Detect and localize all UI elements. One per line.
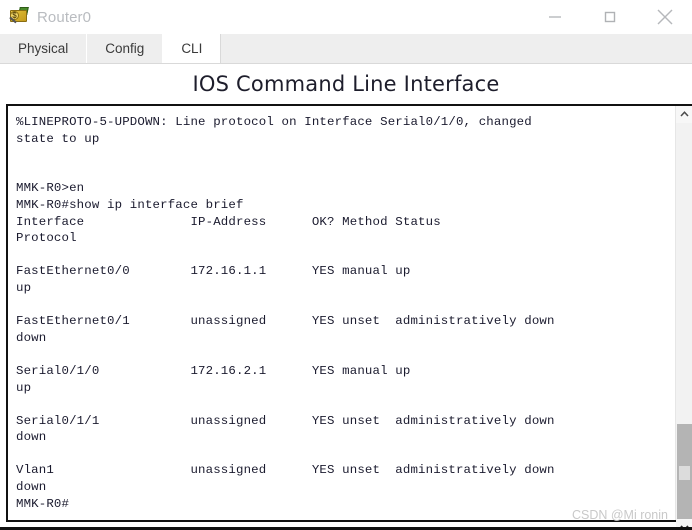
maximize-icon[interactable] bbox=[582, 0, 637, 34]
close-icon[interactable] bbox=[637, 0, 692, 34]
tab-cli[interactable]: CLI bbox=[163, 34, 222, 63]
tab-physical[interactable]: Physical bbox=[0, 34, 88, 63]
scrollbar-thumb[interactable] bbox=[677, 424, 692, 524]
router-device-icon: $ bbox=[8, 7, 30, 27]
tab-config[interactable]: Config bbox=[87, 34, 164, 63]
window-controls bbox=[527, 0, 692, 34]
tab-strip: Physical Config CLI bbox=[0, 34, 692, 64]
terminal-panel: %LINEPROTO-5-UPDOWN: Line protocol on In… bbox=[6, 104, 692, 530]
terminal-text: %LINEPROTO-5-UPDOWN: Line protocol on In… bbox=[16, 115, 555, 511]
minimize-icon[interactable] bbox=[527, 0, 582, 34]
tab-strip-filler bbox=[221, 34, 692, 63]
chevron-up-icon[interactable] bbox=[676, 106, 692, 123]
router-cli-window: $ Router0 Physical Config CLI IOS Comman… bbox=[0, 0, 692, 530]
window-titlebar: $ Router0 bbox=[0, 0, 692, 34]
terminal-output-area[interactable]: %LINEPROTO-5-UPDOWN: Line protocol on In… bbox=[8, 106, 675, 520]
window-title: Router0 bbox=[37, 8, 92, 26]
vertical-scrollbar[interactable] bbox=[675, 106, 692, 530]
page-title: IOS Command Line Interface bbox=[0, 64, 692, 104]
